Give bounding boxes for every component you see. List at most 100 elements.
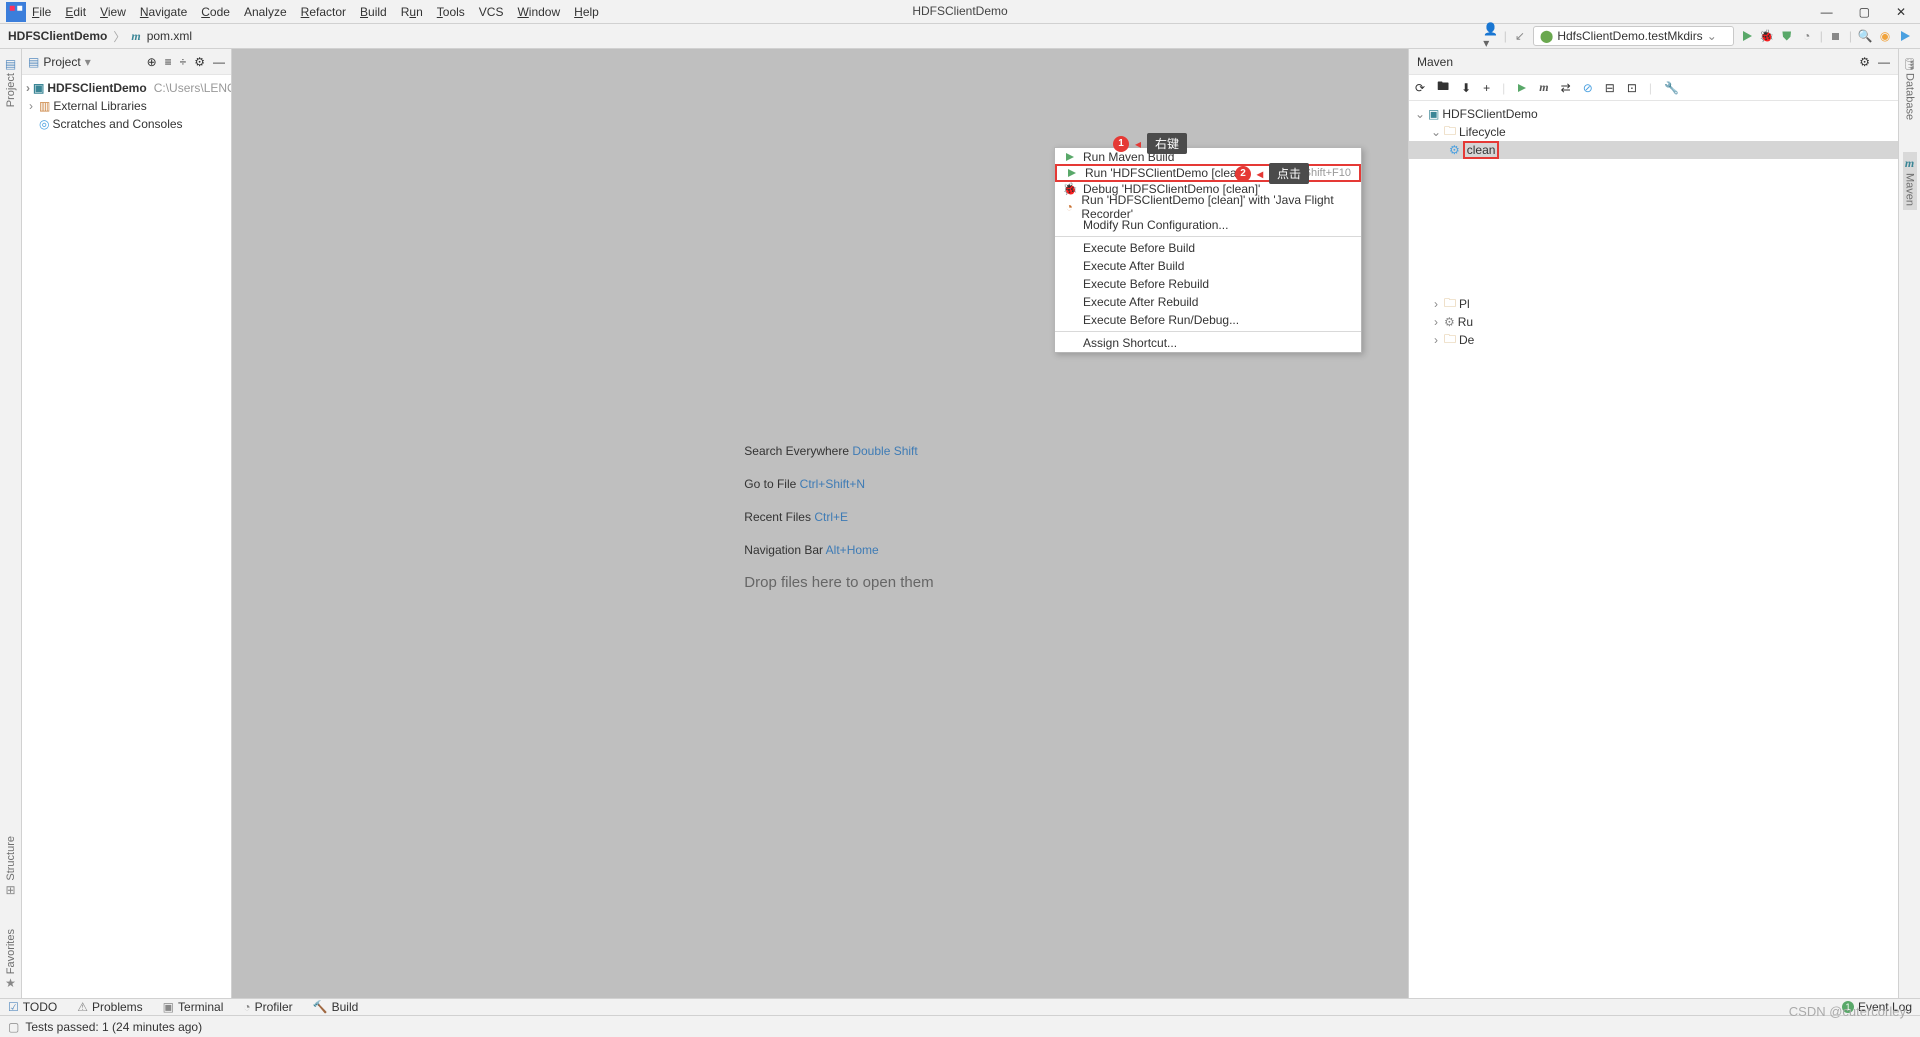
cm-execute-after-rebuild[interactable]: Execute After Rebuild [1055,293,1361,311]
tree-external-libs[interactable]: › ▥ External Libraries [22,97,231,115]
menu-run[interactable]: Run [401,5,423,19]
menu-navigate[interactable]: Navigate [140,5,187,19]
menu-file[interactable]: File [32,5,51,19]
project-view-icon: ▤ [28,55,39,69]
status-bar: ▢ Tests passed: 1 (24 minutes ago) [0,1015,1920,1037]
chevron-right-icon[interactable]: › [1431,297,1441,311]
cm-assign-shortcut[interactable]: Assign Shortcut... [1055,334,1361,352]
gutter-database[interactable]: 🛢 Database [1902,57,1917,120]
menu-view[interactable]: View [100,5,126,19]
breadcrumb: HDFSClientDemo 〉 m pom.xml [8,28,192,45]
chevron-down-icon[interactable]: ⌄ [1415,107,1425,121]
maven-m-icon[interactable]: m [1539,80,1548,95]
tree-root[interactable]: › ▣ HDFSClientDemo C:\Users\LENOVO [22,79,231,97]
menu-analyze[interactable]: Analyze [244,5,287,19]
coverage-icon[interactable]: ⛊ [1780,29,1794,43]
back-icon[interactable]: ↙ [1513,29,1527,43]
maven-add-icon[interactable]: + [1483,81,1490,95]
maven-skip-tests-icon[interactable]: ⊘ [1583,81,1593,95]
gutter-maven[interactable]: m Maven [1903,152,1917,210]
toolbar-right: 👤▾ | ↙ ⬤ HdfsClientDemo.testMkdirs ⌄ 🐞 ⛊… [1484,26,1912,46]
chevron-right-icon[interactable]: › [1431,315,1441,329]
chevron-down-icon[interactable]: ⌄ [1431,125,1441,139]
debug-icon: 🐞 [1063,182,1077,196]
tab-terminal[interactable]: ▣Terminal [163,1000,224,1014]
menu-code[interactable]: Code [201,5,230,19]
stop-icon[interactable] [1829,29,1843,43]
maven-run-icon[interactable] [1517,83,1527,93]
menu-edit[interactable]: Edit [65,5,86,19]
cm-execute-after-build[interactable]: Execute After Build [1055,257,1361,275]
shortcut-goto-file: Ctrl+Shift+N [800,477,865,491]
profile-icon[interactable]: ◔ [1800,29,1814,43]
maven-plugins[interactable]: › 🗀 Pl [1409,295,1898,313]
tab-build[interactable]: 🔨Build [313,1000,359,1014]
maven-generate-icon[interactable]: 🖿 [1437,77,1449,98]
tab-todo[interactable]: ☑TODO [8,1000,57,1014]
tab-problems[interactable]: ⚠Problems [77,1000,142,1014]
maven-goal-clean[interactable]: ⚙ clean [1409,141,1898,159]
breadcrumb-file[interactable]: pom.xml [147,29,192,43]
cm-run-jfr[interactable]: ◔ Run 'HDFSClientDemo [clean]' with 'Jav… [1055,198,1361,216]
maven-toolbar: ⟳ 🖿 ⬇ + | m ⇄ ⊘ ⊟ ⊡ | 🔧 [1409,75,1898,101]
terminal-icon: ▣ [163,1000,174,1014]
cm-execute-before-run[interactable]: Execute Before Run/Debug... [1055,311,1361,329]
maven-download-icon[interactable]: ⬇ [1461,81,1471,95]
menu-window[interactable]: Window [517,5,560,19]
tab-profiler[interactable]: ◔Profiler [243,1000,292,1014]
maven-hide-icon[interactable]: — [1878,55,1890,69]
status-icon[interactable]: ▢ [8,1020,19,1034]
collapse-all-icon[interactable]: ÷ [180,55,187,69]
cm-execute-before-rebuild[interactable]: Execute Before Rebuild [1055,275,1361,293]
app-logo-icon [6,2,26,22]
user-dropdown-icon[interactable]: 👤▾ [1484,29,1498,43]
tooltip-rightclick: 右键 [1147,133,1187,154]
maven-wrench-icon[interactable]: 🔧 [1664,81,1679,95]
tree-scratches[interactable]: ◎ Scratches and Consoles [22,115,231,133]
run-config-icon: ⬤ [1540,29,1553,43]
menu-help[interactable]: Help [574,5,599,19]
profiler-icon: ◔ [243,1000,250,1014]
maven-run-configs[interactable]: › ⚙ Ru [1409,313,1898,331]
chevron-right-icon[interactable]: › [26,81,30,95]
project-dropdown-icon[interactable]: ▾ [85,55,91,69]
run-config-selector[interactable]: ⬤ HdfsClientDemo.testMkdirs ⌄ [1533,26,1734,46]
gutter-project[interactable]: ▤ Project [5,57,17,107]
maximize-icon[interactable]: ▢ [1859,5,1870,19]
cm-execute-before-build[interactable]: Execute Before Build [1055,239,1361,257]
run-anything-icon[interactable] [1898,29,1912,43]
menu-refactor[interactable]: Refactor [301,5,346,19]
project-panel-title[interactable]: Project [43,55,80,69]
structure-tool-icon: ⊞ [5,883,15,897]
close-icon[interactable]: ✕ [1896,5,1906,19]
debug-icon[interactable]: 🐞 [1760,29,1774,43]
menu-tools[interactable]: Tools [437,5,465,19]
maven-dependencies[interactable]: › 🗀 De [1409,331,1898,349]
gutter-structure[interactable]: Structure ⊞ [5,836,17,897]
menu-vcs[interactable]: VCS [479,5,504,19]
gear-icon[interactable]: ⚙ [194,55,205,69]
maven-settings-icon[interactable]: ⚙ [1859,55,1870,69]
minimize-icon[interactable]: — [1821,5,1833,19]
maven-toggle-icon[interactable]: ⇄ [1561,81,1571,95]
maven-show-deps-icon[interactable]: ⊡ [1627,81,1637,95]
breadcrumb-root[interactable]: HDFSClientDemo [8,29,107,43]
sync-icon[interactable]: ◉ [1878,29,1892,43]
run-icon[interactable] [1740,29,1754,43]
gutter-favorites[interactable]: Favorites ★ [5,929,17,990]
run-config-label: HdfsClientDemo.testMkdirs [1557,29,1702,43]
select-open-file-icon[interactable]: ⊕ [147,55,157,69]
menu-build[interactable]: Build [360,5,387,19]
hide-panel-icon[interactable]: — [213,55,225,69]
expand-all-icon[interactable]: ≡ [165,55,172,69]
maven-offline-icon[interactable]: ⊟ [1605,81,1615,95]
chevron-down-icon: ⌄ [1707,29,1717,43]
chevron-right-icon[interactable]: › [26,99,36,113]
search-icon[interactable]: 🔍 [1858,29,1872,43]
chevron-right-icon[interactable]: › [1431,333,1441,347]
maven-lifecycle[interactable]: ⌄ 🗀 Lifecycle [1409,123,1898,141]
maven-root[interactable]: ⌄ ▣ HDFSClientDemo [1409,105,1898,123]
left-gutter: ▤ Project Structure ⊞ Favorites ★ [0,49,22,998]
maven-reload-icon[interactable]: ⟳ [1415,81,1425,95]
watermark: CSDN @cutercorley [1789,1004,1906,1019]
